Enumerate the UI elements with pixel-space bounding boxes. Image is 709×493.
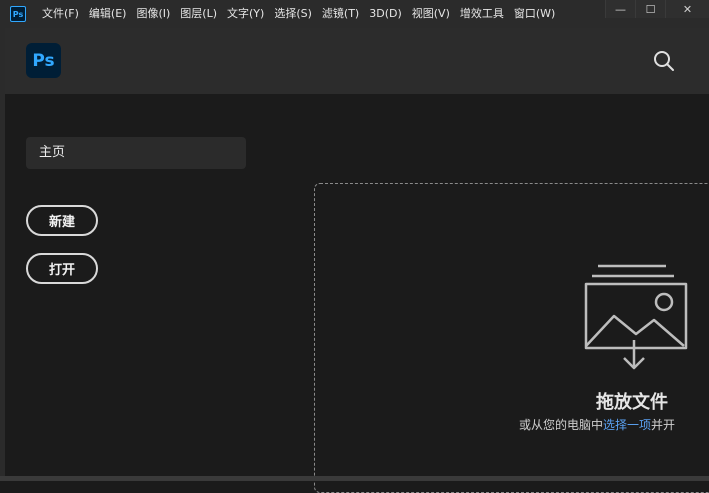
window-controls: — ☐ ✕ <box>605 0 709 18</box>
photoshop-logo: Ps <box>26 43 61 78</box>
sidebar-item-home[interactable]: 主页 <box>26 137 246 169</box>
drop-subtitle-suffix: 并开 <box>651 418 676 432</box>
menu-plugins[interactable]: 增效工具 <box>455 0 509 28</box>
menu-layer[interactable]: 图层(L) <box>175 0 222 28</box>
close-button[interactable]: ✕ <box>665 0 709 18</box>
new-button[interactable]: 新建 <box>26 205 98 236</box>
drop-subtitle-prefix: 或从您的电脑中 <box>519 418 604 432</box>
drop-subtitle: 或从您的电脑中选择一项并开 <box>519 416 675 433</box>
bottom-edge <box>0 476 709 481</box>
search-icon[interactable] <box>653 50 675 72</box>
menu-select[interactable]: 选择(S) <box>269 0 317 28</box>
menu-edit[interactable]: 编辑(E) <box>84 0 132 28</box>
menu-image[interactable]: 图像(I) <box>131 0 175 28</box>
maximize-button[interactable]: ☐ <box>635 0 665 18</box>
left-edge-strip <box>0 28 5 481</box>
menu-window[interactable]: 窗口(W) <box>509 0 560 28</box>
image-drop-icon <box>584 264 688 370</box>
photoshop-app-icon: Ps <box>10 6 26 22</box>
menu-file[interactable]: 文件(F) <box>37 0 84 28</box>
menu-3d[interactable]: 3D(D) <box>364 0 407 28</box>
open-button[interactable]: 打开 <box>26 253 98 284</box>
menu-view[interactable]: 视图(V) <box>407 0 455 28</box>
minimize-button[interactable]: — <box>605 0 635 18</box>
home-header: Ps <box>5 28 709 94</box>
select-file-link[interactable]: 选择一项 <box>603 418 651 432</box>
menu-items: 文件(F) 编辑(E) 图像(I) 图层(L) 文字(Y) 选择(S) 滤镜(T… <box>37 0 560 28</box>
menu-bar: Ps 文件(F) 编辑(E) 图像(I) 图层(L) 文字(Y) 选择(S) 滤… <box>0 0 709 28</box>
menu-filter[interactable]: 滤镜(T) <box>317 0 364 28</box>
drop-title: 拖放文件 <box>596 392 668 413</box>
menu-type[interactable]: 文字(Y) <box>222 0 269 28</box>
